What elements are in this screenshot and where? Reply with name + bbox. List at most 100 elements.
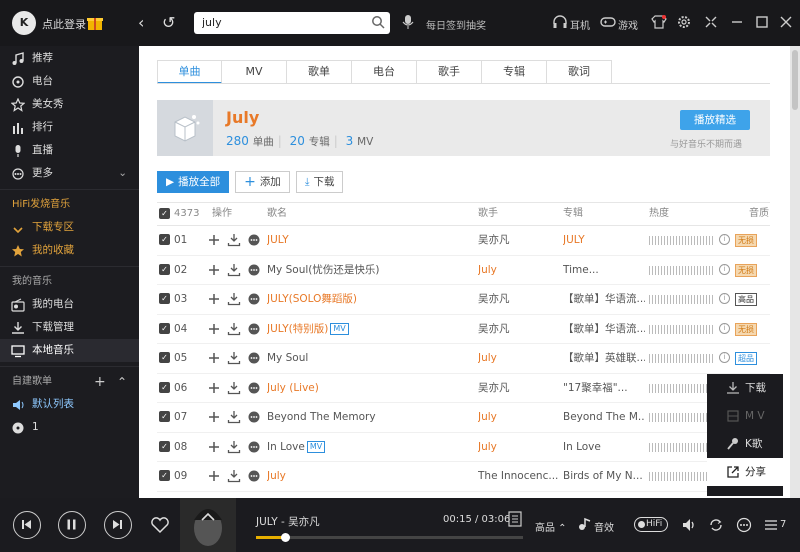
song-album[interactable]: Beyond The M... — [563, 403, 645, 431]
gift-icon[interactable] — [86, 13, 104, 31]
more-options-icon[interactable] — [736, 517, 752, 533]
add-to-list-icon[interactable] — [207, 292, 221, 306]
add-to-list-icon[interactable] — [207, 233, 221, 247]
song-artist[interactable]: July — [478, 344, 558, 372]
song-album[interactable]: Time... — [563, 256, 645, 284]
quality-badge[interactable]: 超品 — [735, 352, 757, 365]
tab-songs[interactable]: 单曲 — [157, 60, 222, 84]
row-checkbox[interactable]: ✓ — [159, 322, 170, 334]
albums-count[interactable]: 20 — [290, 134, 305, 148]
tab-radio[interactable]: 电台 — [352, 60, 417, 84]
add-to-list-icon[interactable] — [207, 263, 221, 277]
row-checkbox[interactable]: ✓ — [159, 352, 170, 363]
sound-effect-label[interactable]: 音效 — [594, 519, 614, 534]
previous-button[interactable] — [13, 511, 41, 539]
download-icon[interactable] — [227, 351, 241, 365]
table-row[interactable]: ✓08In LoveMVJulyIn Lovei — [157, 433, 770, 462]
info-icon[interactable]: i — [719, 234, 730, 245]
add-button[interactable]: + 添加 — [235, 171, 290, 193]
more-icon[interactable] — [247, 440, 261, 454]
song-artist[interactable]: The Innocenc... — [478, 462, 558, 490]
row-checkbox[interactable]: ✓ — [159, 263, 170, 275]
song-album[interactable]: "17聚幸福"... — [563, 374, 645, 402]
table-row[interactable]: ✓09JulyThe Innocenc...Birds of My N...i — [157, 462, 770, 492]
sidebar-item-radio[interactable]: 电台 — [0, 70, 139, 93]
mv-count[interactable]: 3 — [346, 134, 354, 148]
collapse-icon[interactable]: ⌃ — [117, 371, 127, 393]
app-logo[interactable]: K — [12, 11, 36, 35]
add-to-list-icon[interactable] — [207, 322, 221, 336]
login-link[interactable]: 点此登录 — [42, 16, 86, 32]
song-album[interactable]: 【歌单】华语流... — [563, 285, 645, 313]
menu-item-karaoke[interactable]: K歌 — [707, 430, 783, 458]
info-icon[interactable]: i — [719, 263, 730, 275]
minimize-icon[interactable] — [729, 14, 745, 30]
download-button[interactable]: ⤓ 下载 — [295, 171, 344, 193]
song-artist[interactable]: July — [478, 433, 558, 461]
search-icon[interactable] — [371, 15, 385, 29]
tab-playlists[interactable]: 歌单 — [287, 60, 352, 84]
sidebar-item-ranking[interactable]: 排行 — [0, 116, 139, 139]
tab-artists[interactable]: 歌手 — [417, 60, 482, 84]
download-icon[interactable] — [227, 381, 241, 395]
sidebar-item-download-manage[interactable]: 下载管理 — [0, 316, 139, 339]
song-artist[interactable]: 吴亦凡 — [478, 285, 558, 313]
table-row[interactable]: ✓ 02 My Soul(忧伤还是快乐) July Time... i 无损 — [157, 256, 770, 285]
chevron-down-icon[interactable]: ⌄ — [118, 162, 127, 185]
pause-button[interactable] — [58, 511, 86, 539]
refresh-icon[interactable]: ↺ — [162, 13, 175, 32]
scrollbar-thumb[interactable] — [792, 50, 798, 110]
row-checkbox[interactable]: ✓ — [159, 440, 170, 452]
more-icon[interactable] — [247, 469, 261, 483]
song-title[interactable]: My Soul — [267, 344, 467, 372]
col-header-heat[interactable]: 热度 — [649, 203, 669, 225]
repeat-icon[interactable] — [708, 517, 724, 533]
download-icon[interactable] — [227, 322, 241, 336]
hifi-section-header[interactable]: HiFi发烧音乐 — [0, 194, 139, 216]
sidebar-item-my-radio[interactable]: 我的电台 — [0, 293, 139, 316]
table-row[interactable]: ✓ 04 JULY(特别版) MV 吴亦凡 【歌单】华语流... i 无损 — [157, 315, 770, 344]
scrollbar[interactable] — [790, 46, 800, 498]
info-icon[interactable]: i — [719, 322, 730, 334]
sidebar-item-local-music[interactable]: 本地音乐 — [0, 339, 139, 362]
voice-search-icon[interactable] — [401, 14, 415, 30]
song-title[interactable]: My Soul(忧伤还是快乐) — [267, 256, 467, 284]
info-icon[interactable]: i — [719, 293, 730, 304]
songs-count[interactable]: 280 — [226, 134, 249, 148]
row-checkbox[interactable]: ✓ — [159, 234, 170, 245]
song-title[interactable]: JULY — [267, 226, 467, 254]
playlist-count[interactable]: 7 — [780, 519, 786, 530]
col-header-quality[interactable]: 音质 — [749, 203, 769, 225]
sidebar-item-live[interactable]: 直播 — [0, 139, 139, 162]
artist-name[interactable]: July — [226, 108, 259, 127]
info-icon[interactable]: i — [719, 352, 730, 363]
sound-effect-icon[interactable] — [576, 517, 592, 533]
quality-badge[interactable]: 无损 — [735, 322, 757, 336]
more-icon[interactable] — [247, 263, 261, 277]
table-row[interactable]: ✓07Beyond The MemoryJulyBeyond The M...i — [157, 403, 770, 433]
game-link[interactable]: 游戏 — [618, 17, 638, 32]
maximize-icon[interactable] — [754, 14, 770, 30]
settings-icon[interactable] — [676, 14, 692, 30]
quality-badge[interactable]: 无损 — [735, 234, 757, 247]
more-icon[interactable] — [247, 292, 261, 306]
mv-badge[interactable]: MV — [306, 440, 326, 453]
lyrics-icon[interactable] — [508, 511, 522, 527]
song-album[interactable]: JULY — [563, 226, 645, 254]
table-row[interactable]: ✓ 03 JULY(SOLO舞蹈版) 吴亦凡 【歌单】华语流... i 高品 — [157, 285, 770, 315]
mv-badge[interactable]: MV — [330, 322, 349, 335]
more-icon[interactable] — [247, 351, 261, 365]
sidebar-item-download-zone[interactable]: 下载专区 — [0, 216, 139, 239]
tab-mv[interactable]: MV — [222, 60, 287, 84]
more-icon[interactable] — [247, 410, 261, 424]
search-input[interactable] — [194, 12, 364, 33]
download-icon[interactable] — [227, 263, 241, 277]
skin-icon[interactable] — [651, 14, 667, 30]
play-picks-button[interactable]: 播放精选 — [680, 110, 750, 130]
tab-albums[interactable]: 专辑 — [482, 60, 547, 84]
sidebar-item-beauty-show[interactable]: 美女秀 — [0, 93, 139, 116]
select-all-checkbox[interactable]: ✓ — [159, 208, 170, 219]
progress-bar[interactable] — [256, 533, 523, 542]
col-header-song[interactable]: 歌名 — [267, 203, 287, 225]
artist-avatar[interactable] — [157, 100, 213, 156]
